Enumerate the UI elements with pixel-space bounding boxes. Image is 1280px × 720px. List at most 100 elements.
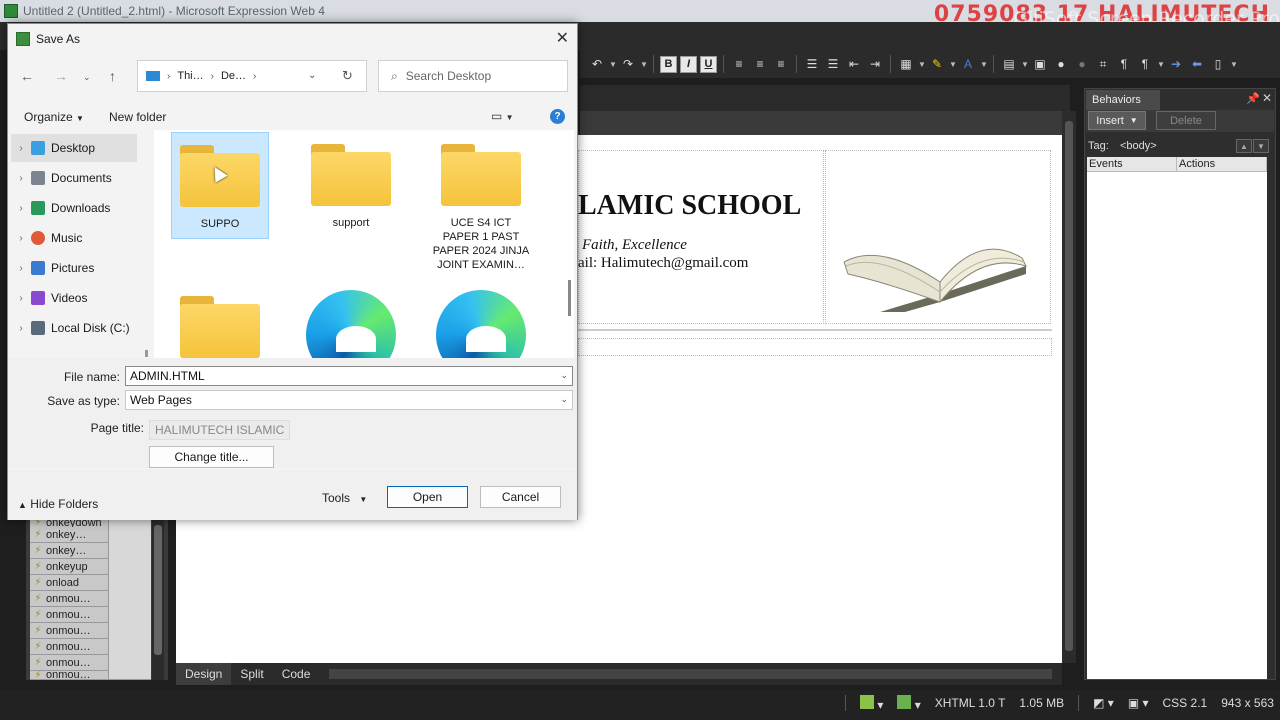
undo-icon[interactable]: ↶ [588, 55, 606, 73]
chevron-down-icon[interactable]: ⌄ [560, 394, 568, 405]
align-left-icon[interactable]: ≡ [730, 55, 748, 73]
scrollbar-thumb[interactable] [154, 525, 162, 655]
pin-icon[interactable]: 📌 [1246, 92, 1260, 105]
close-panel-icon[interactable]: ✕ [1262, 91, 1272, 105]
actions-column-header[interactable]: Actions [1177, 157, 1267, 171]
address-bar[interactable]: › Thi… › De… › [137, 60, 367, 92]
delete-behavior-button[interactable]: Delete [1156, 111, 1216, 130]
nav-item-desktop[interactable]: › Desktop [11, 134, 137, 162]
view-tab-code[interactable]: Code [273, 663, 320, 685]
address-dropdown-icon[interactable]: ⌄ [308, 70, 316, 81]
search-input[interactable]: ⌕ Search Desktop [378, 60, 568, 92]
file-name-input[interactable]: ADMIN.HTML ⌄ [125, 366, 573, 386]
compat-icon[interactable]: ◩ ▾ [1093, 696, 1114, 710]
bulleted-list-icon[interactable]: ☰ [824, 55, 842, 73]
events-vertical-scrollbar[interactable] [152, 515, 164, 680]
nav-item-music[interactable]: › Music [11, 224, 137, 252]
expand-icon[interactable]: › [11, 293, 31, 304]
nav-pane-scrollbar[interactable] [145, 350, 148, 357]
change-title-button[interactable]: Change title... [149, 446, 274, 468]
image-icon[interactable]: ▣ [1031, 55, 1049, 73]
paragraph-dropdown-icon[interactable]: ▼ [1157, 60, 1165, 69]
folder-item[interactable] [171, 284, 269, 358]
font-color-dropdown-icon[interactable]: ▼ [980, 60, 988, 69]
content-placeholder-box[interactable] [578, 338, 1052, 356]
breadcrumb-this-pc[interactable]: Thi… [177, 70, 203, 82]
view-tab-split[interactable]: Split [231, 663, 272, 685]
forward-arrow-icon[interactable]: → [54, 68, 68, 84]
event-row[interactable]: ⚡ onload [30, 574, 151, 591]
highlight-icon[interactable]: ✎ [928, 55, 946, 73]
canvas-horizontal-scrollbar[interactable] [329, 669, 1052, 679]
table-dropdown-icon[interactable]: ▼ [1021, 60, 1029, 69]
event-row[interactable]: ⚡ onmou… [30, 622, 151, 639]
close-icon[interactable]: ✕ [556, 28, 569, 48]
highlight-dropdown-icon[interactable]: ▼ [949, 60, 957, 69]
doctype-status[interactable]: XHTML 1.0 T [935, 696, 1006, 710]
numbered-list-icon[interactable]: ☰ [803, 55, 821, 73]
expand-icon[interactable]: › [11, 203, 31, 214]
open-book-image[interactable] [840, 222, 1030, 312]
code-icon[interactable]: ⌗ [1094, 55, 1112, 73]
organize-button[interactable]: Organize ▼ [24, 110, 84, 124]
folder-item[interactable]: UCE S4 ICT PAPER 1 PAST PAPER 2024 JINJA… [432, 132, 530, 272]
school-email-text[interactable]: ail: Halimutech@gmail.com [578, 255, 748, 272]
up-arrow-icon[interactable]: ↑ [109, 68, 116, 84]
file-list-scrollbar[interactable] [568, 280, 571, 316]
event-row[interactable]: ⚡ onkeyup [30, 558, 151, 575]
align-center-icon[interactable]: ≡ [751, 55, 769, 73]
expand-icon[interactable]: › [11, 323, 31, 334]
move-down-icon[interactable]: ▼ [1253, 139, 1269, 153]
new-page-dropdown-icon[interactable]: ▼ [1230, 60, 1238, 69]
save-as-type-select[interactable]: Web Pages ⌄ [125, 390, 573, 410]
new-folder-button[interactable]: New folder [109, 110, 166, 124]
recent-locations-icon[interactable]: ⌄ [83, 72, 91, 83]
visual-aids-icon[interactable]: ▾ [860, 694, 883, 712]
forward-icon[interactable]: ➔ [1167, 55, 1185, 73]
new-page-icon[interactable]: ▯ [1209, 55, 1227, 73]
event-row[interactable]: ⚡ onmou… [30, 671, 151, 680]
increase-indent-icon[interactable]: ⇥ [866, 55, 884, 73]
view-options-icon[interactable]: ▭ ▼ [491, 109, 514, 123]
font-color-icon[interactable]: A [959, 55, 977, 73]
bold-button[interactable]: B [660, 55, 677, 73]
hide-folders-button[interactable]: ▲ Hide Folders [18, 497, 98, 511]
borders-icon[interactable]: ▦ [897, 55, 915, 73]
back-icon[interactable]: ⬅ [1188, 55, 1206, 73]
nav-item-documents[interactable]: › Documents [11, 164, 137, 192]
back-arrow-icon[interactable]: ← [20, 68, 34, 84]
tools-button[interactable]: Tools ▼ [322, 491, 367, 505]
nav-item-downloads[interactable]: › Downloads [11, 194, 137, 222]
table-icon[interactable]: ▤ [1000, 55, 1018, 73]
redo-dropdown-icon[interactable]: ▼ [640, 60, 648, 69]
breadcrumb-desktop[interactable]: De… [221, 70, 246, 82]
open-button[interactable]: Open [387, 486, 468, 508]
help-icon[interactable]: ? [550, 109, 565, 124]
event-row[interactable]: ⚡ onmou… [30, 654, 151, 671]
events-column-header[interactable]: Events [1087, 157, 1177, 171]
paragraph-icon[interactable]: ¶ [1136, 55, 1154, 73]
nav-item-videos[interactable]: › Videos [11, 284, 137, 312]
nav-item-local-disk[interactable]: › Local Disk (C:) [11, 314, 137, 342]
decrease-indent-icon[interactable]: ⇤ [845, 55, 863, 73]
chevron-down-icon[interactable]: ⌄ [560, 370, 568, 381]
chevron-right-icon[interactable]: › [253, 71, 256, 82]
canvas-vertical-scrollbar[interactable] [1062, 111, 1076, 663]
nav-item-pictures[interactable]: › Pictures [11, 254, 137, 282]
event-row[interactable]: ⚡ onkey… [30, 526, 151, 543]
edge-html-file-item[interactable] [302, 280, 400, 358]
borders-dropdown-icon[interactable]: ▼ [918, 60, 926, 69]
underline-button[interactable]: U [700, 55, 717, 73]
move-up-icon[interactable]: ▲ [1236, 139, 1252, 153]
expand-icon[interactable]: › [11, 263, 31, 274]
expand-icon[interactable]: › [11, 173, 31, 184]
undo-dropdown-icon[interactable]: ▼ [609, 60, 617, 69]
folder-item[interactable]: support [302, 132, 400, 230]
view-tab-design[interactable]: Design [176, 663, 232, 685]
school-title-heading[interactable]: LAMIC SCHOOL [578, 190, 801, 222]
preview-icon[interactable]: ● [1073, 55, 1091, 73]
style-app-icon[interactable]: ▾ [897, 694, 921, 712]
redo-icon[interactable]: ↷ [619, 55, 637, 73]
show-formatting-icon[interactable]: ¶ [1115, 55, 1133, 73]
event-row[interactable]: ⚡ onkey… [30, 542, 151, 559]
